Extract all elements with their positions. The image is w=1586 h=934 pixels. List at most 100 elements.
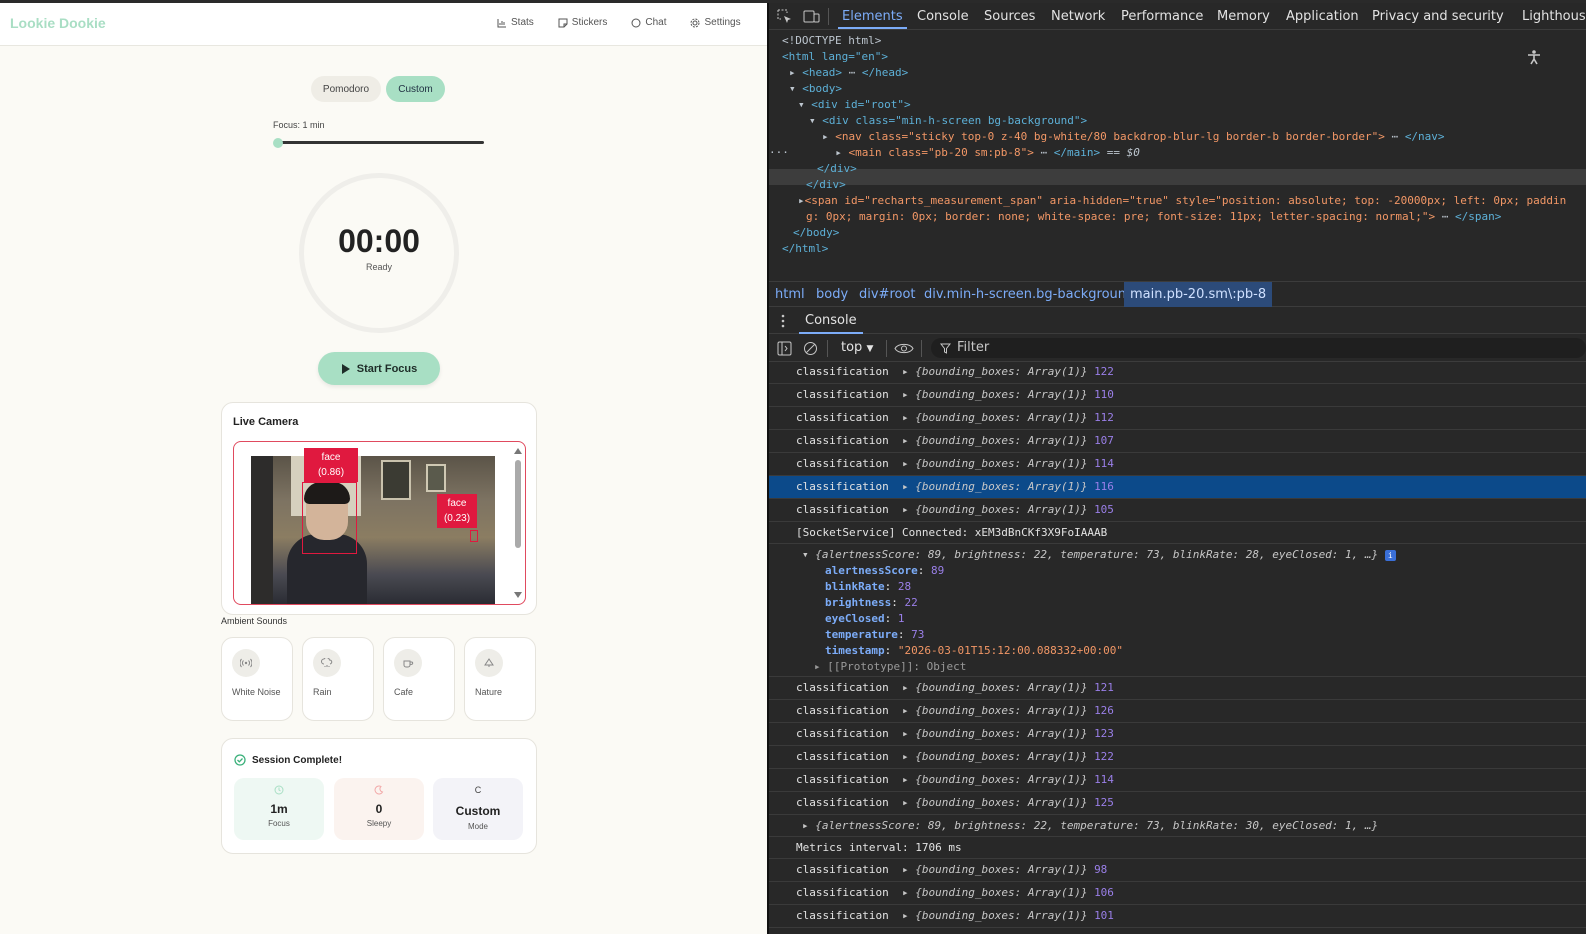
nav-chat[interactable]: Chat [631, 17, 666, 28]
moon-icon [334, 785, 424, 795]
console-log-row[interactable]: classification ▸ {bounding_boxes: Array(1… [769, 384, 1586, 407]
dom-bg-div-node[interactable]: ▾ <div class="min-h-screen bg-background… [809, 113, 1087, 129]
scroll-down-arrow-icon[interactable] [514, 592, 522, 598]
log-label: classification [796, 909, 889, 922]
tab-memory[interactable]: Memory [1217, 9, 1270, 24]
slider-thumb[interactable] [273, 138, 283, 148]
nav-stickers[interactable]: Stickers [558, 17, 607, 28]
metrics-object-summary[interactable]: ▸ {alertnessScore: 89, brightness: 22, t… [802, 819, 1378, 832]
breadcrumb-root[interactable]: div#root [859, 287, 916, 302]
sound-white-noise[interactable]: White Noise [221, 637, 293, 721]
console-log-row[interactable]: classification ▸ {bounding_boxes: Array(1… [769, 746, 1586, 769]
camera-scrollbar[interactable] [513, 448, 523, 598]
log-object[interactable]: ▸ {bounding_boxes: Array(1)} 116 [902, 480, 1114, 493]
metrics-log-collapsed[interactable]: ▸ {alertnessScore: 89, brightness: 22, t… [769, 815, 1586, 837]
tab-network[interactable]: Network [1051, 9, 1105, 24]
breadcrumb-main[interactable]: main.pb-20.sm\:pb-8 [1124, 282, 1273, 307]
dom-span-node-cont: g: 0px; margin: 0px; border: none; white… [806, 210, 1502, 223]
log-object[interactable]: ▸ {bounding_boxes: Array(1)} 107 [902, 434, 1114, 447]
tab-performance[interactable]: Performance [1121, 9, 1203, 24]
console-log-row[interactable]: classification ▸ {bounding_boxes: Array(1… [769, 453, 1586, 476]
console-log-row[interactable]: classification ▸ {bounding_boxes: Array(1… [769, 361, 1586, 384]
scroll-up-arrow-icon[interactable] [514, 448, 522, 454]
dom-main-node[interactable]: ··· ▸ <main class="pb-20 sm:pb-8"> ⋯ </m… [769, 145, 1140, 161]
dom-main-close: </main> [1053, 146, 1101, 159]
scroll-thumb[interactable] [515, 460, 521, 548]
metrics-object-summary[interactable]: ▾ {alertnessScore: 89, brightness: 22, t… [802, 548, 1396, 561]
focus-duration-slider[interactable] [273, 138, 484, 148]
inspect-element-icon[interactable] [777, 9, 792, 24]
console-log-row[interactable]: classification ▸ {bounding_boxes: Array(1… [769, 700, 1586, 723]
more-options-icon[interactable] [781, 314, 785, 328]
console-log-row[interactable]: classification ▸ {bounding_boxes: Array(1… [769, 499, 1586, 522]
log-object[interactable]: ▸ {bounding_boxes: Array(1)} 126 [902, 704, 1114, 717]
dom-html-close: </html> [782, 242, 829, 255]
dom-body-node[interactable]: ▾ <body> [789, 81, 842, 97]
breadcrumb-bg-div[interactable]: div.min-h-screen.bg-background [924, 287, 1134, 302]
console-log-row[interactable]: classification ▸ {bounding_boxes: Array(1… [769, 882, 1586, 905]
console-log-row[interactable]: classification ▸ {bounding_boxes: Array(1… [769, 905, 1586, 928]
tab-lighthouse[interactable]: Lighthouse [1522, 9, 1586, 24]
metrics-log-expanded[interactable]: ▾ {alertnessScore: 89, brightness: 22, t… [769, 544, 1586, 677]
app-logo[interactable]: Lookie Dookie [10, 15, 106, 31]
accessibility-icon[interactable] [1526, 49, 1542, 65]
clear-console-icon[interactable] [803, 341, 818, 356]
tab-pomodoro[interactable]: Pomodoro [311, 76, 381, 102]
breadcrumb-body[interactable]: body [816, 287, 848, 302]
tab-application[interactable]: Application [1286, 9, 1359, 24]
breadcrumb-html[interactable]: html [775, 287, 805, 302]
tab-custom[interactable]: Custom [386, 76, 445, 102]
nav-stats[interactable]: Stats [497, 17, 534, 28]
console-log-row[interactable]: classification ▸ {bounding_boxes: Array(1… [769, 476, 1586, 499]
tab-privacy-security[interactable]: Privacy and security [1372, 9, 1504, 24]
log-object[interactable]: ▸ {bounding_boxes: Array(1)} 106 [902, 886, 1114, 899]
drawer-tab-console[interactable]: Console [799, 313, 863, 334]
console-log-row[interactable]: classification ▸ {bounding_boxes: Array(1… [769, 430, 1586, 453]
log-object[interactable]: ▸ {bounding_boxes: Array(1)} 110 [902, 388, 1114, 401]
eye-icon[interactable] [894, 342, 914, 355]
log-object[interactable]: ▸ {bounding_boxes: Array(1)} 114 [902, 457, 1114, 470]
console-log-row[interactable]: classification ▸ {bounding_boxes: Array(1… [769, 792, 1586, 815]
dom-span-node[interactable]: ▸<span id="recharts_measurement_span" ar… [798, 193, 1566, 209]
log-object[interactable]: ▸ {bounding_boxes: Array(1)} 98 [902, 863, 1107, 876]
console-log-row[interactable]: classification ▸ {bounding_boxes: Array(1… [769, 859, 1586, 882]
metrics-object-text: {alertnessScore: 89, brightness: 22, tem… [815, 819, 1379, 832]
log-object[interactable]: ▸ {bounding_boxes: Array(1)} 112 [902, 411, 1114, 424]
log-object[interactable]: ▸ {bounding_boxes: Array(1)} 125 [902, 796, 1114, 809]
console-filter-input[interactable]: Filter [931, 338, 1586, 358]
stat-label: Focus [268, 819, 290, 828]
tab-sources[interactable]: Sources [984, 9, 1035, 24]
log-object[interactable]: ▸ {bounding_boxes: Array(1)} 122 [902, 365, 1114, 378]
start-focus-button[interactable]: Start Focus [318, 352, 440, 385]
sidebar-toggle-icon[interactable] [777, 341, 792, 356]
log-object[interactable]: ▸ {bounding_boxes: Array(1)} 122 [902, 750, 1114, 763]
log-object[interactable]: ▸ {bounding_boxes: Array(1)} 121 [902, 681, 1114, 694]
tab-console[interactable]: Console [917, 9, 969, 24]
dom-html-node[interactable]: <html lang="en"> [782, 49, 888, 65]
tab-elements[interactable]: Elements [838, 9, 907, 29]
console-log-row[interactable]: classification ▸ {bounding_boxes: Array(1… [769, 723, 1586, 746]
console-log-row[interactable]: classification ▸ {bounding_boxes: Array(1… [769, 769, 1586, 792]
log-object[interactable]: ▸ {bounding_boxes: Array(1)} 114 [902, 773, 1114, 786]
log-object[interactable]: ▸ {bounding_boxes: Array(1)} 123 [902, 727, 1114, 740]
log-number: 125 [1094, 796, 1114, 809]
sound-cafe[interactable]: Cafe [383, 637, 455, 721]
log-object[interactable]: ▸ {bounding_boxes: Array(1)} 105 [902, 503, 1114, 516]
session-complete-card: Session Complete! 1m Focus 0 Sleepy C Cu… [221, 738, 537, 854]
property-key: eyeClosed [825, 612, 885, 625]
sound-rain[interactable]: Rain [302, 637, 374, 721]
log-label: classification [796, 457, 889, 470]
dom-head-open: <head> [802, 66, 842, 79]
dom-head-node[interactable]: ▸ <head> ⋯ </head> [789, 65, 908, 81]
camera-feed-image [251, 456, 495, 604]
console-log-row[interactable]: classification ▸ {bounding_boxes: Array(1… [769, 407, 1586, 430]
console-log-row[interactable]: classification ▸ {bounding_boxes: Array(1… [769, 677, 1586, 700]
dom-root-node[interactable]: ▾ <div id="root"> [798, 97, 911, 113]
nav-settings[interactable]: Settings [690, 17, 741, 28]
prototype-row[interactable]: ▸ [[Prototype]]: Object [814, 660, 966, 673]
sound-nature[interactable]: Nature [464, 637, 536, 721]
dom-nav-node[interactable]: ▸ <nav class="sticky top-0 z-40 bg-white… [822, 129, 1445, 145]
context-selector[interactable]: top ▼ [841, 340, 873, 355]
device-toolbar-icon[interactable] [803, 9, 820, 24]
log-object[interactable]: ▸ {bounding_boxes: Array(1)} 101 [902, 909, 1114, 922]
